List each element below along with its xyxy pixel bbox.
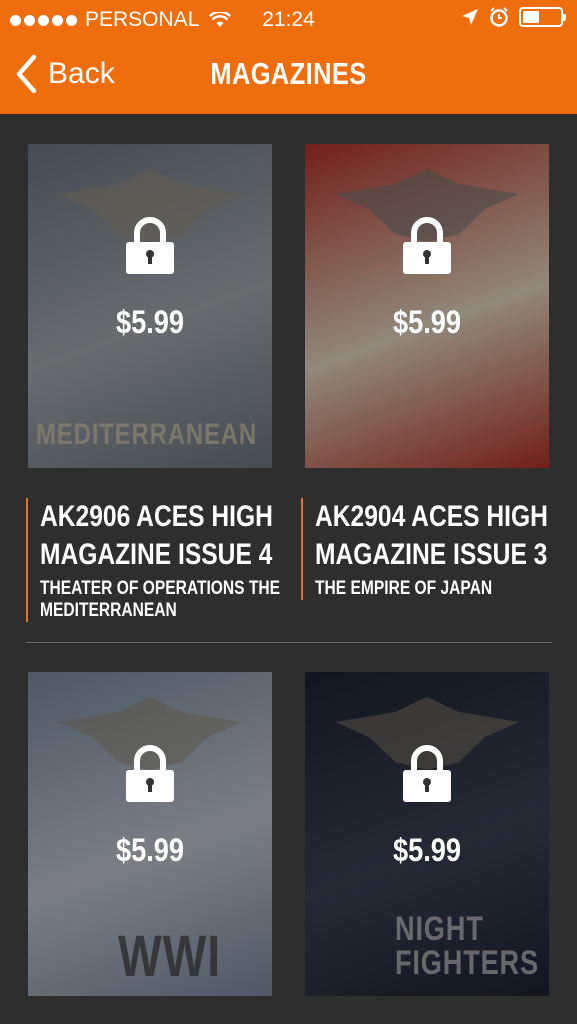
- magazine-cover-3[interactable]: WWI $5.99: [28, 672, 272, 996]
- status-icons: [461, 7, 566, 27]
- lock-icon: [126, 745, 174, 802]
- top-bar: PERSONAL 21:24 Back MAGAZINES: [0, 0, 577, 114]
- lock-icon: [126, 217, 174, 274]
- magazine-info-1[interactable]: AK2906 ACES HIGH MAGAZINE ISSUE 4 THEATE…: [26, 498, 280, 622]
- magazine-cover-4[interactable]: NIGHT FIGHTERS $5.99: [305, 672, 549, 996]
- price-label: $5.99: [115, 832, 185, 868]
- magazine-cover-1[interactable]: MEDITERRANEAN $5.99: [28, 144, 272, 468]
- magazine-info-2[interactable]: AK2904 ACES HIGH MAGAZINE ISSUE 3 THE EM…: [301, 498, 551, 600]
- magazine-title: AK2906 ACES HIGH MAGAZINE ISSUE 4: [40, 500, 273, 571]
- lock-icon: [403, 745, 451, 802]
- magazine-title: AK2904 ACES HIGH MAGAZINE ISSUE 3: [315, 500, 548, 571]
- price-label: $5.99: [392, 304, 462, 340]
- magazine-subtitle: THE EMPIRE OF JAPAN: [315, 578, 493, 599]
- lock-icon: [403, 217, 451, 274]
- chevron-left-icon: [16, 54, 37, 94]
- battery-icon: [519, 7, 566, 27]
- row-divider: [26, 642, 552, 643]
- battery-level: [523, 11, 540, 23]
- price-label: $5.99: [392, 832, 462, 868]
- alarm-clock-icon: [490, 7, 508, 27]
- page-title: MAGAZINES: [210, 56, 367, 91]
- price-label: $5.99: [115, 304, 185, 340]
- location-arrow-icon: [462, 9, 478, 25]
- navigation-bar: Back MAGAZINES: [0, 40, 577, 114]
- magazine-subtitle: THEATER OF OPERATIONS THE MEDITERRANEAN: [40, 578, 281, 621]
- status-bar: PERSONAL 21:24: [0, 0, 577, 40]
- magazine-cover-2[interactable]: $5.99: [305, 144, 549, 468]
